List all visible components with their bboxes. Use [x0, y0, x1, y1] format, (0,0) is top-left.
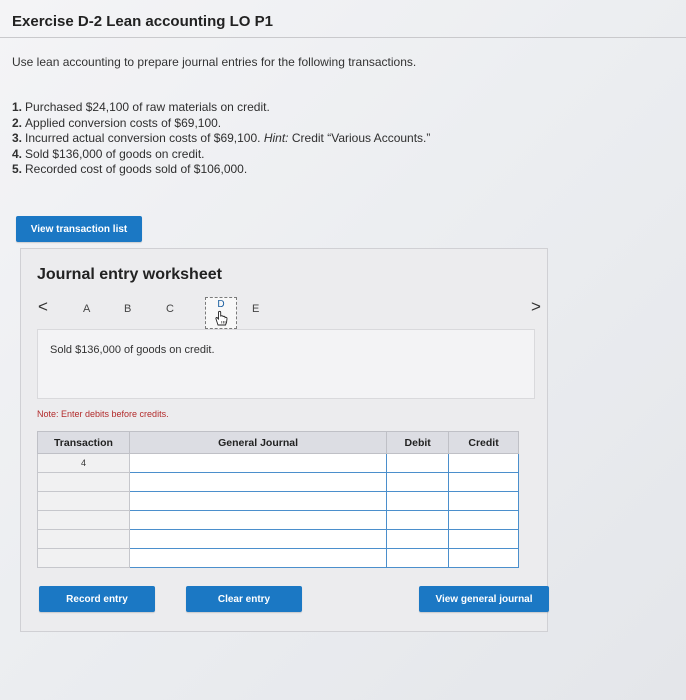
transaction-number-cell [37, 548, 130, 568]
hand-pointer-icon [215, 310, 228, 326]
transaction-description: Sold $136,000 of goods on credit. [50, 344, 215, 356]
header-credit: Credit [448, 431, 519, 454]
header-general-journal: General Journal [128, 431, 388, 454]
debit-input[interactable] [386, 510, 450, 530]
table-row [37, 491, 519, 511]
account-input[interactable] [128, 529, 388, 549]
header-debit: Debit [386, 431, 450, 454]
transaction-number: 2. [12, 115, 23, 130]
transaction-number-cell: 4 [37, 453, 130, 473]
title-divider [0, 37, 686, 38]
hint-text: Credit “Various Accounts.” [291, 131, 431, 145]
debit-input[interactable] [386, 548, 450, 568]
account-input[interactable] [128, 491, 388, 511]
exercise-title: Exercise D-2 Lean accounting LO P1 [12, 13, 273, 30]
debit-input[interactable] [386, 529, 450, 549]
transaction-text: Applied conversion costs of $69,100. [25, 115, 222, 130]
credit-input[interactable] [448, 453, 519, 473]
debit-input[interactable] [386, 472, 450, 492]
clear-entry-button[interactable]: Clear entry [186, 586, 302, 612]
journal-entry-table: Transaction General Journal Debit Credit… [37, 431, 519, 568]
header-transaction: Transaction [37, 431, 130, 454]
transaction-number-cell [37, 472, 130, 492]
table-row [37, 529, 519, 549]
step-tab-c[interactable]: C [166, 303, 174, 315]
transaction-description-box: Sold $136,000 of goods on credit. [37, 329, 535, 399]
previous-step-arrow[interactable]: < [38, 297, 48, 317]
transaction-item: 1. Purchased $24,100 of raw materials on … [12, 100, 430, 116]
account-input[interactable] [128, 472, 388, 492]
transaction-text: Sold $136,000 of goods on credit. [25, 146, 205, 161]
account-input[interactable] [128, 453, 388, 473]
table-row: 4 [37, 453, 519, 473]
table-row [37, 472, 519, 492]
account-input[interactable] [128, 548, 388, 568]
transaction-item: 5. Recorded cost of goods sold of $106,00… [12, 162, 430, 178]
transaction-number-cell [37, 529, 130, 549]
transaction-item: 4. Sold $136,000 of goods on credit. [12, 147, 430, 163]
table-row [37, 548, 519, 568]
debit-input[interactable] [386, 491, 450, 511]
record-entry-button[interactable]: Record entry [39, 586, 155, 612]
transaction-list: 1. Purchased $24,100 of raw materials on … [12, 100, 430, 178]
worksheet-title: Journal entry worksheet [37, 266, 222, 283]
account-input[interactable] [128, 510, 388, 530]
journal-entry-worksheet: Journal entry worksheet < A B C D E > So… [20, 248, 549, 632]
step-tab-d-label: D [217, 299, 225, 310]
view-general-journal-button[interactable]: View general journal [419, 586, 549, 612]
transaction-number-cell [37, 491, 130, 511]
transaction-number: 3. [12, 131, 23, 145]
step-tab-d-current[interactable]: D [205, 297, 237, 329]
debits-before-credits-note: Note: Enter debits before credits. [37, 409, 169, 419]
credit-input[interactable] [448, 510, 519, 530]
transaction-number: 5. [12, 162, 23, 176]
credit-input[interactable] [448, 548, 519, 568]
transaction-text: Purchased $24,100 of raw materials on cr… [25, 100, 270, 114]
instructions-text: Use lean accounting to prepare journal e… [12, 55, 417, 69]
transaction-item: 2. Applied conversion costs of $69,100. [12, 116, 430, 132]
transaction-item: 3. Incurred actual conversion costs of $6… [12, 131, 430, 147]
transaction-number: 1. [12, 100, 23, 114]
table-row [37, 510, 519, 530]
credit-input[interactable] [448, 472, 519, 492]
step-tab-e[interactable]: E [252, 303, 259, 315]
debit-input[interactable] [386, 453, 450, 473]
transaction-number-cell [37, 510, 130, 530]
hint-label: Hint: [263, 131, 289, 145]
transaction-text: Incurred actual conversion costs of $69,… [25, 131, 261, 145]
step-tab-a[interactable]: A [83, 303, 90, 315]
step-tab-b[interactable]: B [124, 303, 131, 315]
view-transaction-list-button[interactable]: View transaction list [16, 216, 142, 242]
transaction-text: Recorded cost of goods sold of $106,000. [25, 162, 248, 176]
next-step-arrow[interactable]: > [531, 297, 541, 317]
credit-input[interactable] [448, 491, 519, 511]
credit-input[interactable] [448, 529, 519, 549]
table-header-row: Transaction General Journal Debit Credit [37, 431, 519, 454]
transaction-number: 4. [12, 146, 23, 161]
